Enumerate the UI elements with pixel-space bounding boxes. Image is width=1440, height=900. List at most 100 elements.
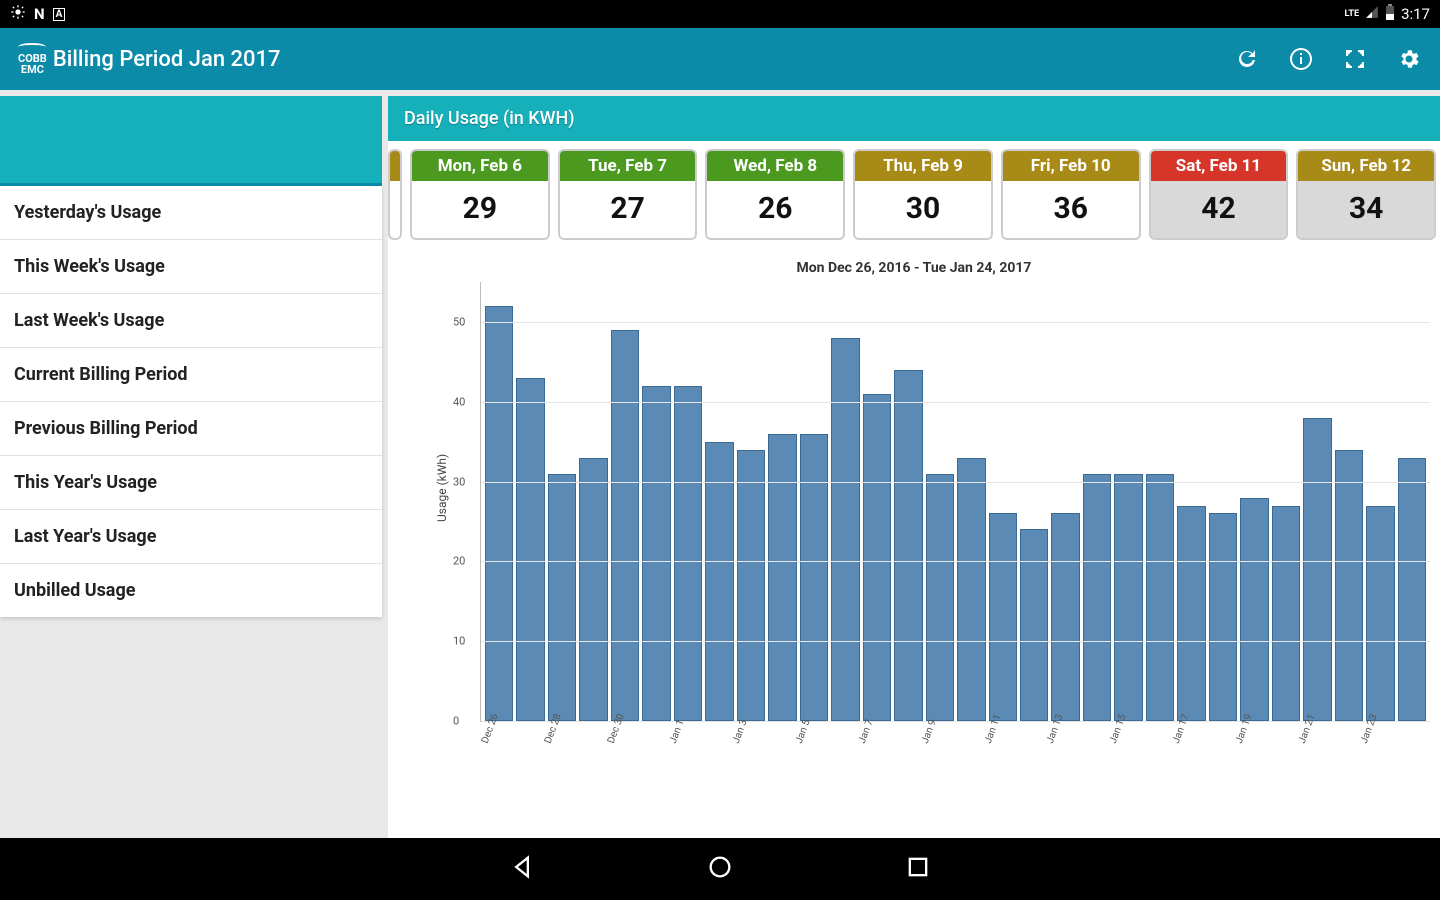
day-card-label: Sat, Feb 11 — [1151, 151, 1287, 181]
gridline — [481, 482, 1430, 483]
sidebar-item-3[interactable]: Current Billing Period — [0, 348, 382, 402]
bar-13[interactable] — [894, 370, 922, 721]
bar-9[interactable] — [768, 434, 796, 721]
sidebar-item-1[interactable]: This Week's Usage — [0, 240, 382, 294]
info-button[interactable] — [1288, 46, 1314, 72]
signal-icon — [1365, 5, 1379, 23]
bar-3[interactable] — [579, 458, 607, 721]
n-icon: N — [34, 5, 45, 23]
chart-ylabel: Usage (kWh) — [435, 454, 449, 522]
bar-7[interactable] — [705, 442, 733, 721]
day-card-value: 34 — [1298, 181, 1434, 238]
chart-title: Mon Dec 26, 2016 - Tue Jan 24, 2017 — [398, 260, 1430, 276]
brightness-icon — [10, 4, 26, 24]
content-area: Yesterday's UsageThis Week's UsageLast W… — [0, 90, 1440, 838]
sidebar-item-0[interactable]: Yesterday's Usage — [0, 186, 382, 240]
day-card-2[interactable]: Wed, Feb 826 — [705, 149, 845, 240]
bar-17[interactable] — [1020, 529, 1048, 721]
day-card-1[interactable]: Tue, Feb 727 — [558, 149, 698, 240]
day-card-label: Fri, Feb 10 — [1003, 151, 1139, 181]
gridline — [481, 641, 1430, 642]
ytick: 40 — [453, 395, 465, 408]
sidebar-item-4[interactable]: Previous Billing Period — [0, 402, 382, 456]
day-card-6[interactable]: Sun, Feb 1234 — [1296, 149, 1436, 240]
back-button[interactable] — [508, 853, 536, 885]
day-card-label: Sun, Feb 12 — [1298, 151, 1434, 181]
bar-22[interactable] — [1177, 506, 1205, 722]
bar-20[interactable] — [1114, 474, 1142, 721]
bar-16[interactable] — [989, 513, 1017, 721]
sidebar-item-7[interactable]: Unbilled Usage — [0, 564, 382, 617]
page-title: Billing Period Jan 2017 — [53, 47, 281, 72]
chart-area: Mon Dec 26, 2016 - Tue Jan 24, 2017 Usag… — [388, 250, 1440, 838]
app-square-icon: A — [53, 8, 66, 21]
bar-28[interactable] — [1366, 506, 1394, 722]
bar-27[interactable] — [1335, 450, 1363, 721]
bar-25[interactable] — [1272, 506, 1300, 722]
bar-10[interactable] — [800, 434, 828, 721]
fullscreen-button[interactable] — [1342, 46, 1368, 72]
bar-18[interactable] — [1051, 513, 1079, 721]
sidebar-item-5[interactable]: This Year's Usage — [0, 456, 382, 510]
day-cards-row[interactable]: Mon, Feb 629Tue, Feb 727Wed, Feb 826Thu,… — [388, 141, 1440, 250]
gridline — [481, 561, 1430, 562]
ytick: 20 — [453, 555, 465, 568]
android-nav-bar — [0, 838, 1440, 900]
chart-plot[interactable]: 01020304050 — [480, 282, 1430, 722]
bar-11[interactable] — [831, 338, 859, 721]
bar-15[interactable] — [957, 458, 985, 721]
day-card-value: 26 — [707, 181, 843, 238]
bar-5[interactable] — [642, 386, 670, 721]
gridline — [481, 322, 1430, 323]
main-panel: Daily Usage (in KWH) Mon, Feb 629Tue, Fe… — [382, 90, 1440, 838]
day-card-label: Mon, Feb 6 — [412, 151, 548, 181]
day-card-4[interactable]: Fri, Feb 1036 — [1001, 149, 1141, 240]
bar-24[interactable] — [1240, 498, 1268, 721]
bar-29[interactable] — [1398, 458, 1426, 721]
day-card-value: 36 — [1003, 181, 1139, 238]
day-card-3[interactable]: Thu, Feb 930 — [853, 149, 993, 240]
app-bar: COBB EMC Billing Period Jan 2017 — [0, 28, 1440, 90]
ytick: 50 — [453, 315, 465, 328]
bar-4[interactable] — [611, 330, 639, 721]
bar-6[interactable] — [674, 386, 702, 721]
home-button[interactable] — [706, 853, 734, 885]
status-bar: N A LTE 3:17 — [0, 0, 1440, 28]
bar-21[interactable] — [1146, 474, 1174, 721]
day-card-label: Wed, Feb 8 — [707, 151, 843, 181]
bar-2[interactable] — [548, 474, 576, 721]
bar-1[interactable] — [516, 378, 544, 721]
clock-text: 3:17 — [1401, 5, 1430, 23]
bar-8[interactable] — [737, 450, 765, 721]
recents-button[interactable] — [904, 853, 932, 885]
day-card-0[interactable]: Mon, Feb 629 — [410, 149, 550, 240]
refresh-button[interactable] — [1234, 46, 1260, 72]
logo-bot: EMC — [18, 64, 47, 75]
bar-26[interactable] — [1303, 418, 1331, 721]
sidebar-header — [0, 96, 382, 186]
day-card-value: 30 — [855, 181, 991, 238]
day-card-value: 29 — [412, 181, 548, 238]
gridline — [481, 402, 1430, 403]
chart-xticks: Dec 26.Dec 28.Dec 30.Jan 1.Jan 3.Jan 5.J… — [484, 730, 1426, 766]
bar-12[interactable] — [863, 394, 891, 721]
panel-title: Daily Usage (in KWH) — [388, 96, 1440, 141]
day-card-value: 42 — [1151, 181, 1287, 238]
sidebar-item-2[interactable]: Last Week's Usage — [0, 294, 382, 348]
bar-23[interactable] — [1209, 513, 1237, 721]
network-lte-label: LTE — [1345, 9, 1360, 19]
day-card-value: 27 — [560, 181, 696, 238]
bar-14[interactable] — [926, 474, 954, 721]
status-left: N A — [10, 4, 65, 24]
status-right: LTE 3:17 — [1345, 4, 1430, 24]
bar-19[interactable] — [1083, 474, 1111, 721]
chart-wrap: Usage (kWh) 01020304050 Dec 26.Dec 28.De… — [448, 282, 1430, 762]
sidebar-item-6[interactable]: Last Year's Usage — [0, 510, 382, 564]
day-card-label: Thu, Feb 9 — [855, 151, 991, 181]
bar-0[interactable] — [485, 306, 513, 721]
sidebar-list: Yesterday's UsageThis Week's UsageLast W… — [0, 186, 382, 617]
settings-button[interactable] — [1396, 46, 1422, 72]
prev-card-edge[interactable] — [388, 149, 402, 240]
day-card-5[interactable]: Sat, Feb 1142 — [1149, 149, 1289, 240]
ytick: 30 — [453, 475, 465, 488]
